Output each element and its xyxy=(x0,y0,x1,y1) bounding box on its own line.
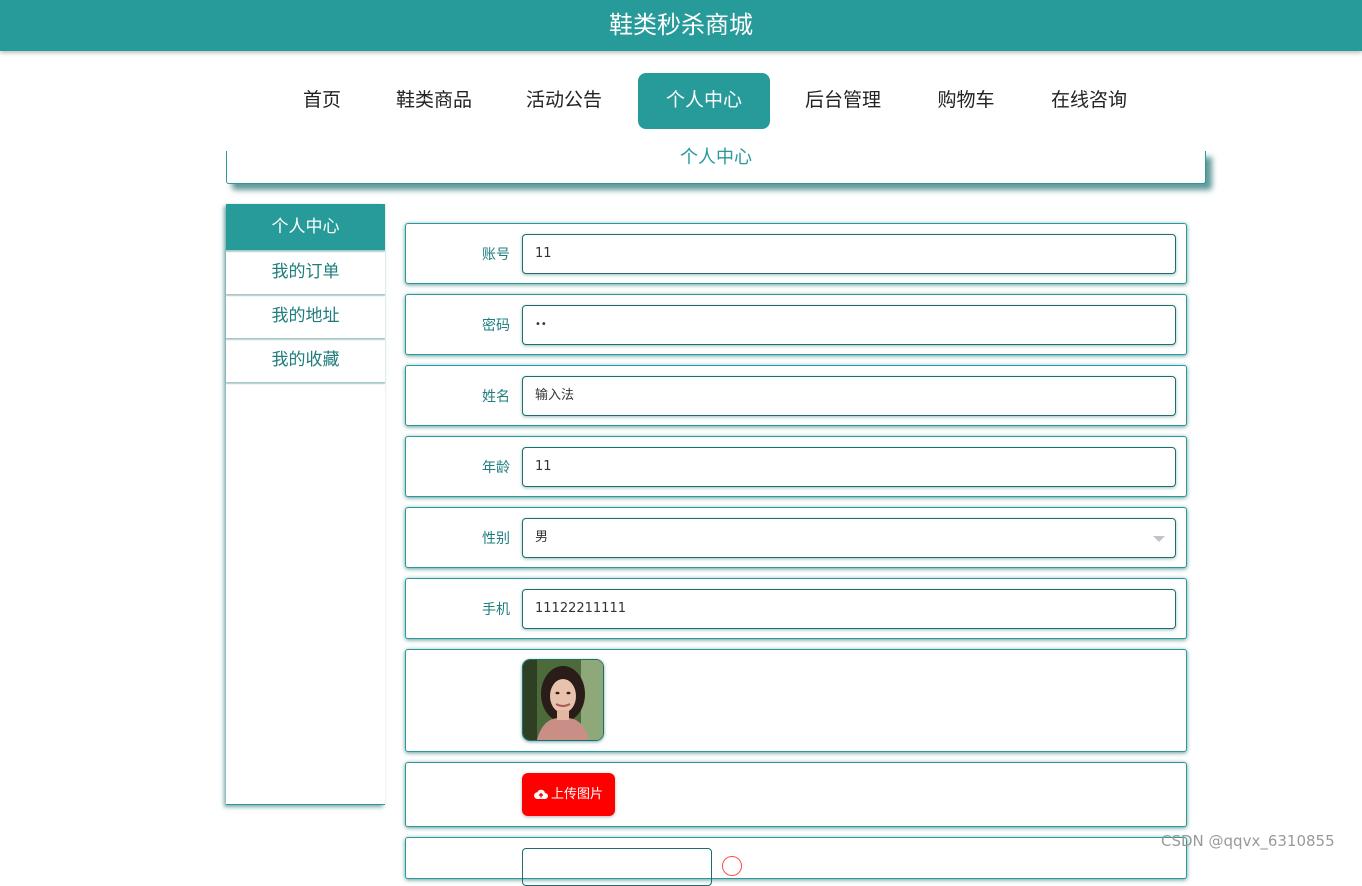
site-title: 鞋类秒杀商城 xyxy=(609,11,753,39)
avatar-photo xyxy=(523,660,603,740)
chevron-down-icon xyxy=(1153,536,1165,542)
phone-input[interactable]: 11122211111 xyxy=(522,589,1176,629)
nav-item-home[interactable]: 首页 xyxy=(287,73,357,129)
password-row: 密码 •• xyxy=(405,294,1187,355)
age-label: 年龄 xyxy=(482,460,510,476)
gender-label: 性别 xyxy=(482,531,510,547)
sidebar: 个人中心 我的订单 我的地址 我的收藏 xyxy=(226,204,385,805)
account-label: 账号 xyxy=(482,247,510,263)
nav-item-consult[interactable]: 在线咨询 xyxy=(1037,73,1141,129)
upload-row: 上传图片 xyxy=(405,762,1187,827)
gender-select[interactable]: 男 xyxy=(522,518,1176,558)
page-title-banner: 个人中心 xyxy=(226,149,1206,184)
name-row: 姓名 输入法 xyxy=(405,365,1187,426)
avatar xyxy=(522,659,604,741)
password-input[interactable]: •• xyxy=(522,305,1176,345)
age-row: 年龄 11 xyxy=(405,436,1187,497)
nav-item-profile[interactable]: 个人中心 xyxy=(638,73,770,129)
upload-image-button[interactable]: 上传图片 xyxy=(522,773,615,816)
sidebar-item-profile[interactable]: 个人中心 xyxy=(226,204,385,251)
upload-image-label: 上传图片 xyxy=(550,787,603,802)
sidebar-item-addresses[interactable]: 我的地址 xyxy=(226,295,385,339)
nav-item-cart[interactable]: 购物车 xyxy=(922,73,1010,129)
age-input[interactable]: 11 xyxy=(522,447,1176,487)
password-label: 密码 xyxy=(482,318,510,334)
nav-item-shoes[interactable]: 鞋类商品 xyxy=(382,73,486,129)
page-title: 个人中心 xyxy=(680,147,752,168)
avatar-row xyxy=(405,649,1187,752)
name-label: 姓名 xyxy=(482,389,510,405)
gender-value: 男 xyxy=(535,530,549,545)
next-row xyxy=(405,837,1187,886)
account-input[interactable]: 11 xyxy=(522,234,1176,274)
sidebar-item-favorites[interactable]: 我的收藏 xyxy=(226,339,385,383)
main-nav: 首页 鞋类商品 活动公告 个人中心 后台管理 购物车 在线咨询 xyxy=(0,73,1362,129)
nav-item-announcements[interactable]: 活动公告 xyxy=(512,73,616,129)
sidebar-item-orders[interactable]: 我的订单 xyxy=(226,251,385,295)
name-input[interactable]: 输入法 xyxy=(522,376,1176,416)
partial-input[interactable] xyxy=(522,848,712,886)
account-row: 账号 11 xyxy=(405,223,1187,284)
cloud-upload-icon xyxy=(534,789,548,800)
phone-label: 手机 xyxy=(482,602,510,618)
watermark: CSDN @qqvx_6310855 xyxy=(1161,832,1335,850)
nav-item-admin[interactable]: 后台管理 xyxy=(791,73,895,129)
info-circle-icon xyxy=(722,856,742,876)
gender-row: 性别 男 xyxy=(405,507,1187,568)
phone-row: 手机 11122211111 xyxy=(405,578,1187,639)
site-header: 鞋类秒杀商城 xyxy=(0,0,1362,51)
